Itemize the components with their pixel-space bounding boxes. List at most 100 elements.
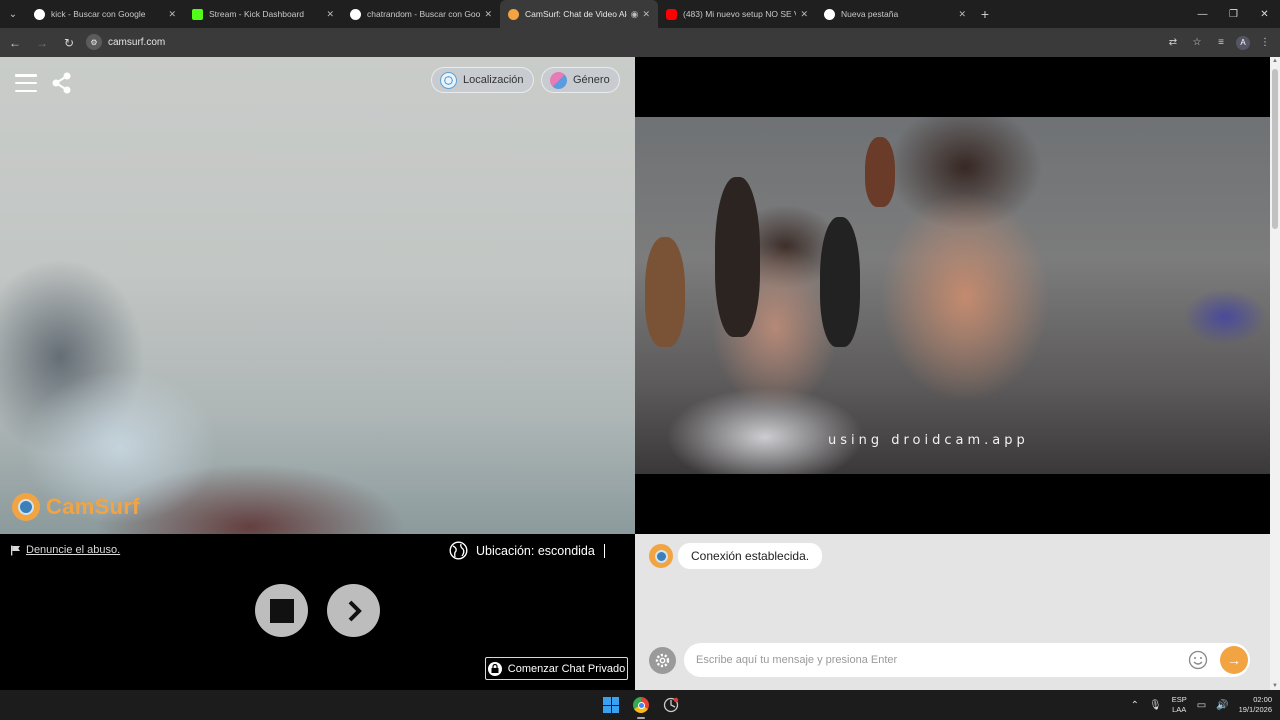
chrome-icon [633, 697, 649, 713]
guitar-shape [645, 237, 685, 347]
scroll-down-icon[interactable]: ▼ [1272, 683, 1278, 689]
tab-search-icon[interactable]: ⌄ [0, 0, 26, 28]
windows-icon [603, 697, 619, 713]
site-info-icon[interactable]: ⚙ [86, 34, 102, 50]
divider [603, 543, 605, 558]
guitar-shape [865, 137, 895, 207]
browser-tab[interactable]: Nueva pestaña ✕ [816, 0, 974, 28]
close-icon[interactable]: ✕ [326, 9, 334, 20]
camsurf-favicon-icon [508, 8, 519, 20]
menu-icon[interactable] [15, 74, 37, 92]
chat-settings-button[interactable] [649, 647, 676, 674]
bookmark-star-icon[interactable]: ☆ [1188, 34, 1206, 52]
network-icon[interactable]: ▭ [1197, 700, 1206, 711]
gear-icon [655, 653, 670, 668]
chat-bubble: Conexión establecida. [678, 543, 823, 569]
url-text: camsurf.com [108, 36, 166, 48]
hidden-location-globe-icon [449, 541, 468, 560]
clock[interactable]: 02:00 19/1/2026 [1239, 695, 1272, 715]
close-icon[interactable]: ✕ [168, 9, 176, 20]
chrome-taskbar-button[interactable] [630, 694, 652, 719]
chevron-up-icon[interactable]: ⌃ [1131, 700, 1139, 711]
forward-button[interactable]: → [30, 31, 54, 55]
gender-filter-label: Género [573, 74, 610, 86]
recording-indicator-icon: ◉ [630, 8, 639, 19]
restore-icon[interactable]: ❐ [1218, 0, 1249, 28]
window-controls: ― ❐ ✕ [1187, 0, 1280, 28]
location-filter-button[interactable]: Localización [431, 67, 534, 93]
logo-text: CamSurf [46, 494, 140, 519]
kick-favicon-icon [192, 8, 203, 20]
page-scrollbar[interactable]: ▲ ▼ [1270, 57, 1280, 690]
browser-tab[interactable]: chatrandom - Buscar con Goog ✕ [342, 0, 500, 28]
emoji-icon[interactable] [1188, 650, 1208, 670]
address-bar[interactable]: ⚙ camsurf.com [82, 31, 1198, 53]
close-icon[interactable]: ✕ [642, 9, 650, 20]
lang-top: ESP [1171, 695, 1187, 704]
browser-tab[interactable]: Stream - Kick Dashboard ✕ [184, 0, 342, 28]
browser-tab[interactable]: (483) Mi nuevo setup NO SE VE ✕ [658, 0, 816, 28]
back-button[interactable]: ← [3, 31, 27, 55]
local-video-feed: Localización Género CamSurf [0, 57, 635, 534]
location-status: Ubicación: escondida [449, 541, 605, 560]
browser-tab-active[interactable]: CamSurf: Chat de Video Ale ◉ ✕ [500, 0, 658, 28]
private-chat-label: Comenzar Chat Privado [507, 662, 626, 675]
chat-message: Conexión establecida. [649, 543, 823, 569]
obs-taskbar-button[interactable] [660, 694, 682, 716]
browser-tab[interactable]: kick - Buscar con Google ✕ [26, 0, 184, 28]
scroll-up-icon[interactable]: ▲ [1272, 58, 1278, 64]
guitar-shape [820, 217, 860, 347]
send-button[interactable]: → [1220, 646, 1248, 674]
clock-time: 02:00 [1253, 695, 1272, 704]
camsurf-logo-icon [12, 493, 40, 521]
stop-button[interactable] [255, 584, 308, 637]
minimize-icon[interactable]: ― [1187, 0, 1218, 28]
profile-avatar[interactable]: A [1236, 35, 1250, 50]
translate-icon[interactable]: ⇄ [1164, 34, 1182, 52]
chat-panel: Conexión establecida. → [635, 534, 1270, 690]
tab-title: Stream - Kick Dashboard [209, 9, 304, 19]
media-controls-icon[interactable]: ≡ [1212, 34, 1230, 52]
browser-toolbar: ← → ↻ ⚙ camsurf.com ⇄ ☆ ≡ A ⋮ [0, 28, 1280, 57]
google-favicon-icon [350, 8, 361, 20]
clock-date: 19/1/2026 [1238, 705, 1272, 714]
chat-message-input[interactable] [696, 654, 1188, 666]
gender-filter-button[interactable]: Género [541, 67, 620, 93]
stop-icon [269, 598, 294, 623]
running-indicator [637, 717, 645, 719]
chat-input-container: → [684, 643, 1250, 677]
os-taskbar: ⌃ 🎙 ESP LAA ▭ 🔊 02:00 19/1/2026 [0, 690, 1280, 720]
input-language[interactable]: ESP LAA [1172, 695, 1187, 715]
more-menu-icon[interactable]: ⋮ [1256, 34, 1274, 52]
microphone-icon[interactable]: 🎙 [1149, 700, 1162, 711]
chevron-right-icon [348, 600, 362, 621]
close-icon[interactable]: ✕ [958, 9, 966, 20]
next-button[interactable] [327, 584, 380, 637]
tab-title: (483) Mi nuevo setup NO SE VE [683, 9, 797, 19]
close-window-icon[interactable]: ✕ [1249, 0, 1280, 28]
reload-button[interactable]: ↻ [57, 31, 81, 55]
chrome-favicon-icon [824, 8, 835, 20]
globe-icon [440, 71, 457, 89]
tab-title: CamSurf: Chat de Video Ale [525, 9, 627, 19]
app-icon [663, 697, 679, 713]
arrow-right-icon: → [1227, 652, 1241, 668]
volume-icon[interactable]: 🔊 [1216, 700, 1228, 711]
new-tab-button[interactable]: + [974, 6, 996, 22]
tab-title: Nueva pestaña [841, 9, 899, 19]
remote-video-feed: using droidcam.app [635, 117, 1270, 474]
report-abuse-link[interactable]: Denuncie el abuso. [26, 544, 120, 556]
start-button[interactable] [600, 694, 622, 716]
location-status-text: Ubicación: escondida [476, 543, 595, 558]
camsurf-page: Localización Género CamSurf using droidc… [0, 57, 1270, 690]
scrollbar-thumb[interactable] [1272, 69, 1278, 229]
flag-icon [11, 545, 20, 555]
start-private-chat-button[interactable]: Comenzar Chat Privado [485, 657, 628, 680]
guitar-shape [715, 177, 760, 337]
toolbar-actions: ⇄ ☆ ≡ A ⋮ [1164, 28, 1274, 57]
share-icon[interactable] [51, 72, 73, 94]
close-icon[interactable]: ✕ [484, 9, 492, 20]
close-icon[interactable]: ✕ [800, 9, 808, 20]
report-abuse[interactable]: Denuncie el abuso. [10, 544, 120, 556]
droidcam-watermark: using droidcam.app [828, 433, 1029, 448]
